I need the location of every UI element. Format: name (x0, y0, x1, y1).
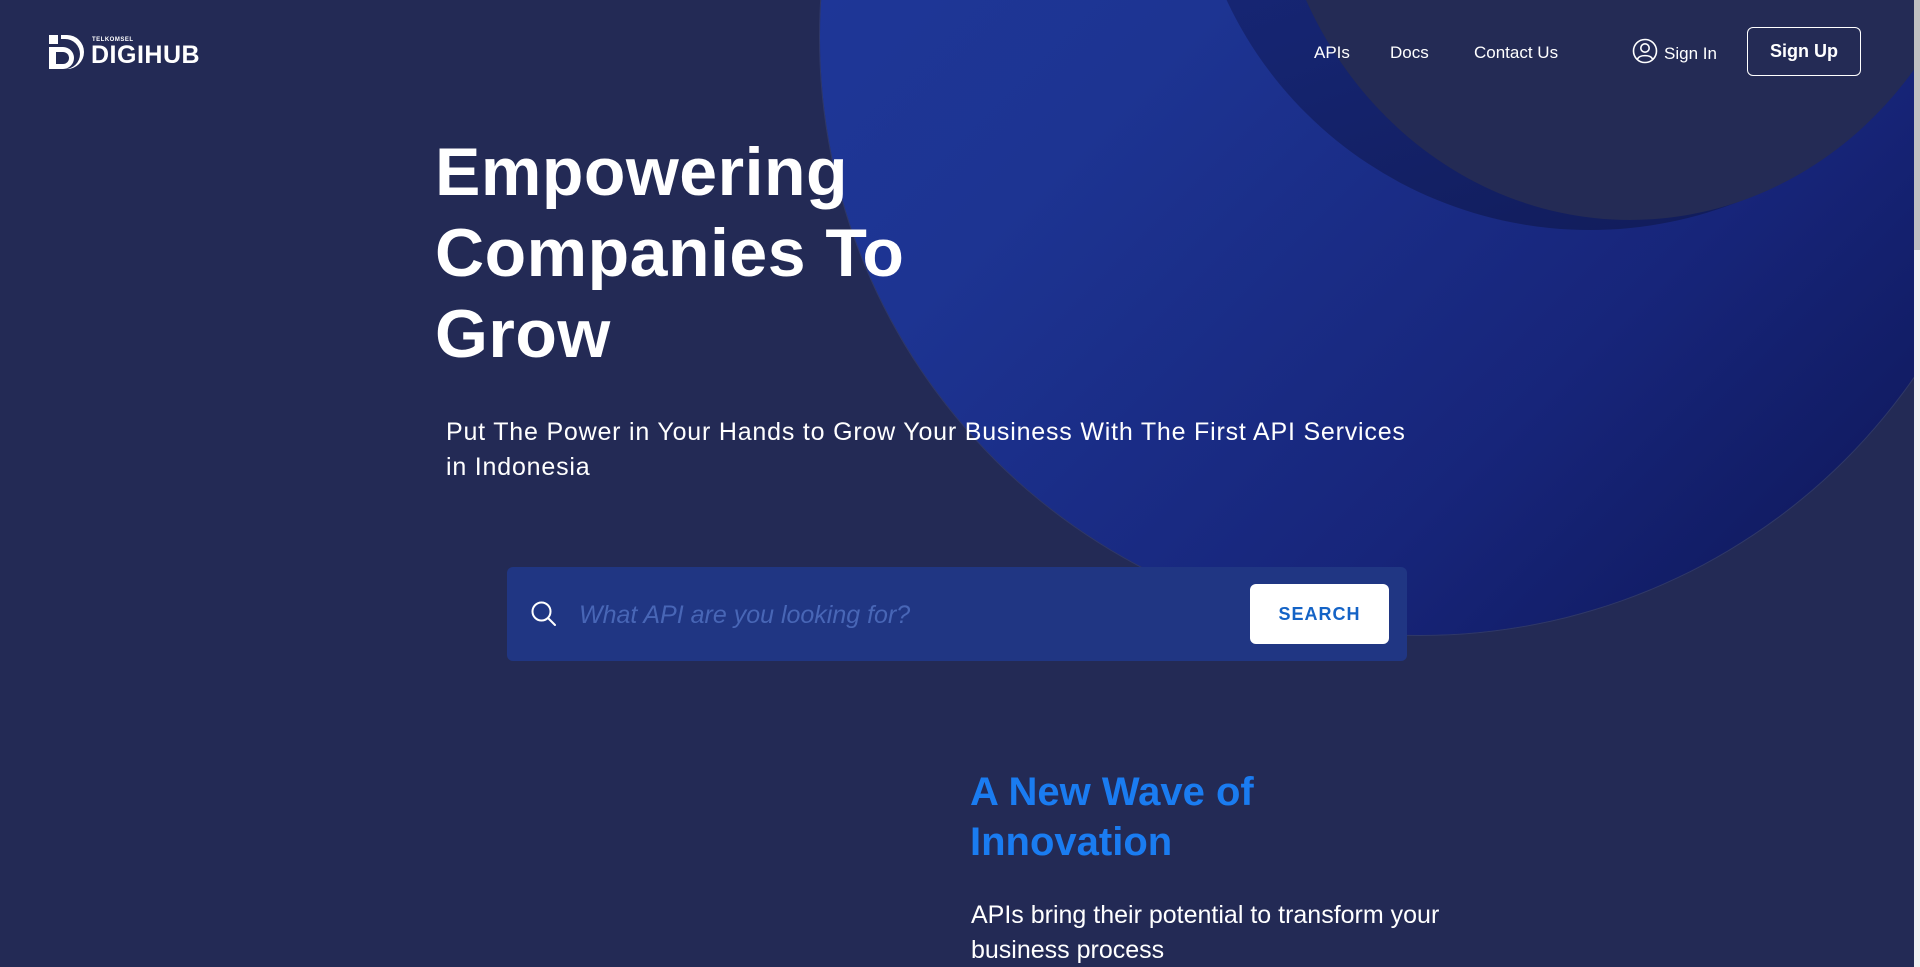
nav-docs[interactable]: Docs (1390, 43, 1429, 63)
hero-subtitle: Put The Power in Your Hands to Grow Your… (446, 418, 1406, 481)
nav-contact-us[interactable]: Contact Us (1474, 43, 1558, 63)
brand-text: TELKOMSEL DIGIHUB (91, 37, 200, 68)
scrollbar-thumb[interactable] (1914, 0, 1920, 250)
sign-in-label: Sign In (1664, 43, 1717, 63)
sign-in-link[interactable]: Sign In (1632, 38, 1717, 69)
search-bar: SEARCH (507, 567, 1407, 661)
search-input[interactable] (577, 591, 1231, 639)
search-icon (529, 599, 559, 629)
user-icon (1632, 38, 1658, 69)
landing-page: TELKOMSEL DIGIHUB APIs Docs Contact Us S… (0, 0, 1920, 967)
digihub-logo-icon (49, 35, 85, 69)
nav-apis[interactable]: APIs (1314, 43, 1350, 63)
hero-title: Empowering Companies To Grow (435, 134, 905, 372)
section-text: APIs bring their potential to transform … (971, 901, 1440, 964)
page-scrollbar[interactable] (1914, 0, 1920, 967)
section-title: A New Wave of Innovation (970, 770, 1254, 864)
brand-logo[interactable]: TELKOMSEL DIGIHUB (49, 35, 200, 69)
sign-up-button[interactable]: Sign Up (1747, 27, 1861, 76)
brand-name: DIGIHUB (91, 40, 201, 69)
search-button[interactable]: SEARCH (1250, 584, 1389, 644)
